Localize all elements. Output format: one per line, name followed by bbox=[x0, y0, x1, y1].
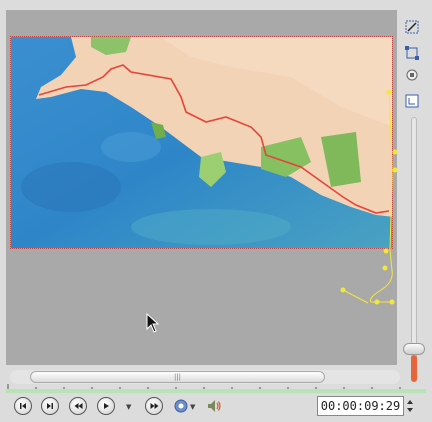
reset-icon[interactable] bbox=[403, 66, 421, 84]
playback-progress-bar bbox=[6, 389, 426, 393]
volume-icon[interactable] bbox=[206, 398, 222, 414]
start-icon[interactable] bbox=[14, 397, 32, 415]
transport-controls: ▼ ▼ 00:00:09:29 bbox=[0, 395, 432, 420]
edit-path-icon[interactable] bbox=[403, 18, 421, 36]
timecode-field[interactable]: 00:00:09:29 bbox=[317, 396, 404, 416]
timecode-spinner[interactable] bbox=[405, 396, 415, 416]
play-options-dropdown-icon[interactable]: ▼ bbox=[126, 403, 131, 411]
settings-dropdown-icon[interactable]: ▼ bbox=[190, 403, 195, 411]
rewind-icon[interactable] bbox=[69, 397, 87, 415]
motion-path[interactable] bbox=[6, 10, 397, 365]
zoom-slider-handle[interactable] bbox=[403, 343, 425, 355]
horizontal-scrollbar[interactable]: ||| bbox=[10, 370, 400, 384]
video-monitor[interactable] bbox=[6, 10, 397, 365]
end-icon[interactable] bbox=[41, 397, 59, 415]
play-icon[interactable] bbox=[97, 397, 115, 415]
mouse-cursor-icon bbox=[146, 313, 160, 333]
scrollbar-thumb[interactable]: ||| bbox=[30, 371, 325, 383]
keyframe-icon[interactable] bbox=[403, 92, 421, 110]
transform-icon[interactable] bbox=[403, 44, 421, 62]
settings-icon[interactable] bbox=[173, 398, 189, 414]
zoom-slider-fill bbox=[411, 355, 417, 382]
forward-icon[interactable] bbox=[145, 397, 163, 415]
